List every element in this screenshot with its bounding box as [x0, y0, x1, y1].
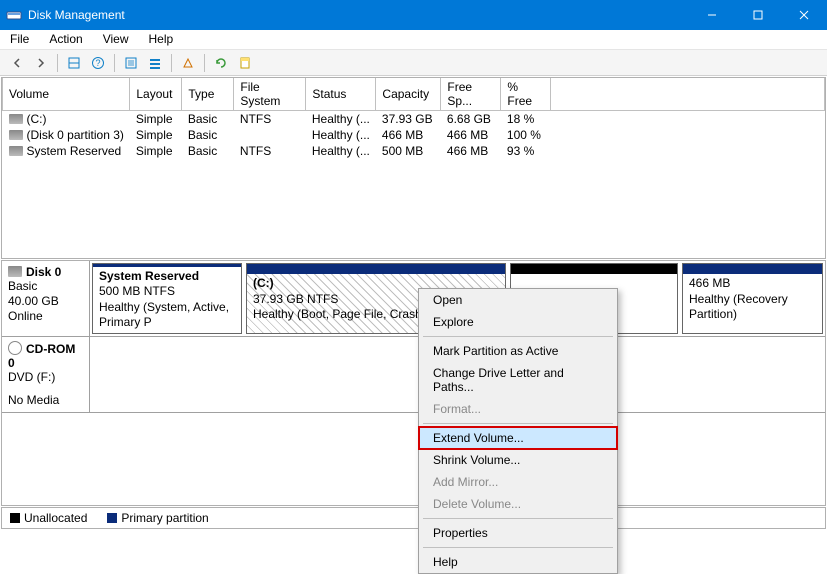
toolbar-refresh-icon[interactable] — [210, 52, 232, 74]
forward-button[interactable] — [30, 52, 52, 74]
svg-text:?: ? — [95, 58, 100, 68]
menu-file[interactable]: File — [0, 30, 39, 49]
menu-view[interactable]: View — [93, 30, 139, 49]
col-pctfree[interactable]: % Free — [501, 78, 551, 111]
toolbar: ? — [0, 50, 827, 76]
window-title: Disk Management — [28, 8, 689, 22]
ctx-properties[interactable]: Properties — [419, 522, 617, 544]
toolbar-doc-icon[interactable] — [234, 52, 256, 74]
ctx-delete-volume: Delete Volume... — [419, 493, 617, 515]
col-status[interactable]: Status — [306, 78, 376, 111]
table-row[interactable]: System ReservedSimpleBasicNTFSHealthy (.… — [3, 143, 825, 159]
ctx-help[interactable]: Help — [419, 551, 617, 573]
table-row[interactable]: (Disk 0 partition 3)SimpleBasicHealthy (… — [3, 127, 825, 143]
col-filesystem[interactable]: File System — [234, 78, 306, 111]
ctx-extend-volume[interactable]: Extend Volume... — [419, 427, 617, 449]
ctx-mark-active[interactable]: Mark Partition as Active — [419, 340, 617, 362]
back-button[interactable] — [6, 52, 28, 74]
disk-graphical-view: Disk 0 Basic 40.00 GB Online System Rese… — [1, 260, 826, 506]
menu-action[interactable]: Action — [39, 30, 92, 49]
table-header-row[interactable]: Volume Layout Type File System Status Ca… — [3, 78, 825, 111]
close-button[interactable] — [781, 0, 827, 30]
volume-table: Volume Layout Type File System Status Ca… — [1, 77, 826, 259]
disk0-header[interactable]: Disk 0 Basic 40.00 GB Online — [2, 261, 90, 336]
menu-help[interactable]: Help — [139, 30, 184, 49]
partition-recovery[interactable]: 466 MB Healthy (Recovery Partition) — [682, 263, 823, 334]
maximize-button[interactable] — [735, 0, 781, 30]
ctx-add-mirror: Add Mirror... — [419, 471, 617, 493]
col-layout[interactable]: Layout — [130, 78, 182, 111]
ctx-change-letter[interactable]: Change Drive Letter and Paths... — [419, 362, 617, 398]
toolbar-settings-icon[interactable] — [120, 52, 142, 74]
ctx-format: Format... — [419, 398, 617, 420]
disk-icon — [8, 266, 22, 277]
legend: Unallocated Primary partition — [1, 507, 826, 529]
table-row[interactable]: (C:)SimpleBasicNTFSHealthy (...37.93 GB6… — [3, 111, 825, 128]
ctx-explore[interactable]: Explore — [419, 311, 617, 333]
partition-system-reserved[interactable]: System Reserved 500 MB NTFS Healthy (Sys… — [92, 263, 242, 334]
toolbar-list-icon[interactable] — [144, 52, 166, 74]
legend-primary: Primary partition — [107, 511, 208, 525]
title-bar: Disk Management — [0, 0, 827, 30]
toolbar-action-icon[interactable] — [177, 52, 199, 74]
minimize-button[interactable] — [689, 0, 735, 30]
legend-unallocated: Unallocated — [10, 511, 87, 525]
cdrom-header[interactable]: CD-ROM 0 DVD (F:) No Media — [2, 337, 90, 412]
context-menu: Open Explore Mark Partition as Active Ch… — [418, 288, 618, 574]
app-icon — [6, 7, 22, 23]
col-freespace[interactable]: Free Sp... — [441, 78, 501, 111]
ctx-open[interactable]: Open — [419, 289, 617, 311]
menu-bar: File Action View Help — [0, 30, 827, 50]
toolbar-view-top-icon[interactable] — [63, 52, 85, 74]
ctx-shrink-volume[interactable]: Shrink Volume... — [419, 449, 617, 471]
cd-icon — [8, 341, 22, 355]
col-capacity[interactable]: Capacity — [376, 78, 441, 111]
col-volume[interactable]: Volume — [3, 78, 130, 111]
toolbar-help-icon[interactable]: ? — [87, 52, 109, 74]
col-type[interactable]: Type — [182, 78, 234, 111]
